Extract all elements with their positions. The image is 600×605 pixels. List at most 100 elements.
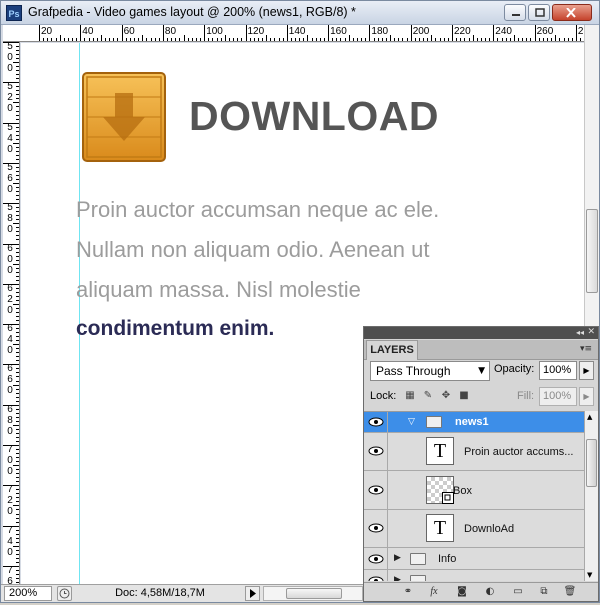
layer-row-partial[interactable]: ▶ — [364, 570, 584, 581]
ruler-tick — [16, 428, 19, 430]
eye-icon — [368, 446, 384, 456]
blend-mode-select[interactable]: Pass Through ▼ — [370, 361, 490, 381]
ruler-tick-label: 0 — [7, 546, 13, 558]
panel-menu-icon[interactable]: ▾≡ — [580, 344, 594, 354]
zoom-level-field[interactable]: 200% — [4, 586, 52, 601]
ruler-tick-label: 20 — [41, 26, 53, 37]
collapse-triangle-icon[interactable]: ▶ — [394, 575, 401, 581]
ruler-tick — [505, 38, 507, 41]
ruler-tick — [16, 541, 19, 543]
ruler-tick — [16, 118, 19, 120]
guide-line[interactable] — [79, 43, 80, 584]
panel-header[interactable]: ◂◂ ✕ — [364, 327, 598, 339]
ruler-tick — [257, 38, 259, 41]
new-group-icon[interactable]: ▭ — [510, 585, 526, 599]
collapse-triangle-icon[interactable]: ▶ — [394, 553, 401, 563]
visibility-toggle[interactable] — [364, 471, 388, 509]
blend-mode-value: Pass Through — [376, 364, 451, 378]
ruler-tick — [105, 38, 107, 41]
horizontal-ruler[interactable]: 20406080100120140160180200220240260280 — [3, 25, 598, 42]
tab-layers[interactable]: LAYERS — [366, 340, 418, 360]
title-bar[interactable]: Ps Grafpedia - Video games layout @ 200%… — [1, 1, 599, 25]
fill-slider-button[interactable]: ▶ — [579, 387, 594, 406]
ruler-tick — [534, 25, 536, 41]
delete-layer-icon[interactable]: 🗑 — [562, 585, 578, 599]
ruler-tick — [16, 170, 19, 172]
ruler-tick — [16, 86, 19, 88]
ruler-tick — [431, 35, 433, 41]
visibility-toggle[interactable] — [364, 510, 388, 547]
scroll-down-icon[interactable]: ▼ — [587, 571, 592, 579]
horizontal-scroll-thumb[interactable] — [286, 588, 342, 599]
text-layer-thumbnail: T — [426, 437, 454, 465]
ruler-tick — [67, 38, 69, 41]
ruler-tick — [16, 360, 19, 362]
ruler-tick — [13, 344, 19, 346]
close-panel-icon[interactable]: ✕ — [587, 327, 595, 337]
ruler-tick — [489, 38, 491, 41]
ruler-tick — [311, 38, 313, 41]
document-size-info: Doc: 4,58M/18,7M — [115, 587, 205, 599]
layers-scrollbar[interactable]: ▲ ▼ — [584, 411, 598, 581]
ruler-tick — [13, 424, 19, 426]
status-menu-button[interactable] — [245, 586, 260, 601]
close-button[interactable] — [552, 4, 592, 21]
visibility-toggle[interactable] — [364, 548, 388, 569]
ruler-tick — [16, 440, 19, 442]
lock-brush-icon[interactable]: ✎ — [422, 390, 434, 402]
scroll-up-icon[interactable]: ▲ — [587, 413, 592, 421]
opacity-slider-button[interactable]: ▶ — [579, 361, 594, 380]
ruler-tick-label: 0 — [7, 143, 13, 155]
link-layers-icon[interactable]: ⚭ — [400, 585, 416, 599]
ruler-tick-label: 260 — [536, 26, 554, 37]
visibility-toggle[interactable] — [364, 433, 388, 470]
add-mask-icon[interactable]: ◙ — [454, 585, 470, 599]
lock-all-icon[interactable]: ■ — [458, 390, 470, 402]
folder-icon — [426, 416, 442, 428]
ruler-tick — [16, 453, 19, 455]
expand-triangle-icon[interactable]: ▽ — [408, 417, 415, 427]
collapse-panel-icon[interactable]: ◂◂ — [576, 328, 584, 337]
visibility-toggle[interactable] — [364, 570, 388, 581]
ruler-tick — [249, 38, 251, 41]
layer-row-info[interactable]: ▶ Info — [364, 548, 584, 570]
ruler-tick — [452, 25, 453, 41]
ruler-tick — [16, 432, 19, 434]
ruler-tick — [142, 35, 144, 41]
fill-field[interactable]: 100% — [539, 387, 577, 406]
layer-row-box[interactable]: Box — [364, 471, 584, 510]
ruler-tick — [16, 275, 19, 277]
restore-icon — [535, 8, 545, 17]
layers-scroll-thumb[interactable] — [586, 439, 597, 487]
visibility-toggle[interactable] — [364, 412, 388, 432]
ruler-tick-label: 6 — [7, 282, 13, 294]
ruler-tick-label: 7 — [7, 564, 13, 576]
horizontal-scrollbar[interactable] — [263, 586, 363, 601]
restore-button[interactable] — [528, 4, 550, 21]
layer-style-icon[interactable]: fx — [426, 585, 442, 599]
ruler-tick — [16, 348, 19, 350]
ruler-tick — [16, 372, 19, 374]
adjustment-layer-icon[interactable]: ◐ — [482, 585, 498, 599]
ruler-tick — [336, 38, 338, 41]
layer-row-proin[interactable]: T Proin auctor accums... — [364, 433, 584, 471]
ruler-tick — [158, 38, 160, 41]
ruler-tick-label: 0 — [7, 264, 13, 276]
new-layer-icon[interactable]: ⧉ — [536, 585, 552, 599]
ruler-tick — [16, 517, 19, 519]
layers-list: ▽ news1 T Proin auctor accums... Box T D… — [364, 411, 584, 581]
lock-move-icon[interactable]: ✥ — [440, 390, 452, 402]
layer-row-news1[interactable]: ▽ news1 — [364, 412, 584, 433]
download-crate-icon — [82, 72, 166, 162]
ruler-tick — [16, 328, 19, 330]
ruler-tick — [96, 38, 98, 41]
opacity-field[interactable]: 100% — [539, 361, 577, 380]
minimize-button[interactable] — [504, 4, 526, 21]
ruler-tick — [16, 481, 19, 483]
status-info-icon[interactable] — [57, 586, 72, 601]
lock-transparency-icon[interactable]: ▦ — [404, 390, 416, 402]
layer-row-download[interactable]: T DownloAd — [364, 510, 584, 548]
layer-name: Box — [453, 485, 472, 497]
vertical-scroll-thumb[interactable] — [586, 209, 598, 293]
vertical-ruler[interactable]: 5005205405605806006206406606807007207407… — [3, 42, 20, 584]
